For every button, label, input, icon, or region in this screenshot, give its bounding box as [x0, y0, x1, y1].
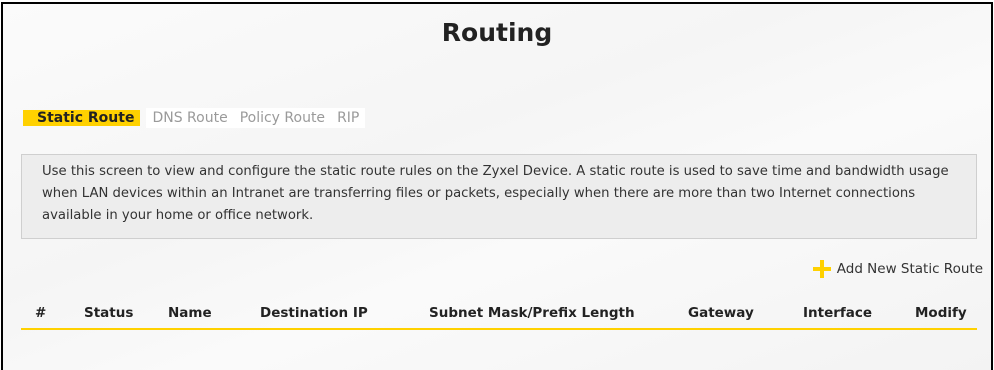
tab-rip[interactable]: RIP	[331, 108, 366, 128]
column-header-modify: Modify	[915, 305, 967, 321]
column-header-subnet-mask: Subnet Mask/Prefix Length	[429, 305, 635, 321]
column-header-interface: Interface	[803, 305, 873, 321]
plus-icon	[812, 260, 831, 278]
page-title: Routing	[441, 18, 553, 47]
column-header-destination-ip: Destination IP	[260, 305, 368, 321]
column-header-gateway: Gateway	[688, 305, 754, 321]
add-new-static-route-button[interactable]: Add New Static Route	[812, 258, 983, 280]
info-text: Use this screen to view and configure th…	[42, 164, 949, 223]
table-header: # Status Name Destination IP Subnet Mask…	[21, 302, 977, 330]
tab-dns-route[interactable]: DNS Route	[146, 108, 234, 128]
column-header-status: Status	[84, 305, 134, 321]
tab-static-route[interactable]: Static Route	[23, 108, 146, 128]
tab-bar: Static Route DNS Route Policy Route RIP	[23, 108, 366, 128]
tab-policy-route[interactable]: Policy Route	[233, 108, 332, 128]
routing-panel: Routing Static Route DNS Route Policy Ro…	[1, 2, 993, 370]
add-new-static-route-label: Add New Static Route	[836, 261, 983, 277]
info-box: Use this screen to view and configure th…	[21, 154, 977, 239]
column-header-index: #	[35, 305, 47, 321]
tab-static-route-label: Static Route	[23, 110, 141, 126]
column-header-name: Name	[168, 305, 212, 321]
